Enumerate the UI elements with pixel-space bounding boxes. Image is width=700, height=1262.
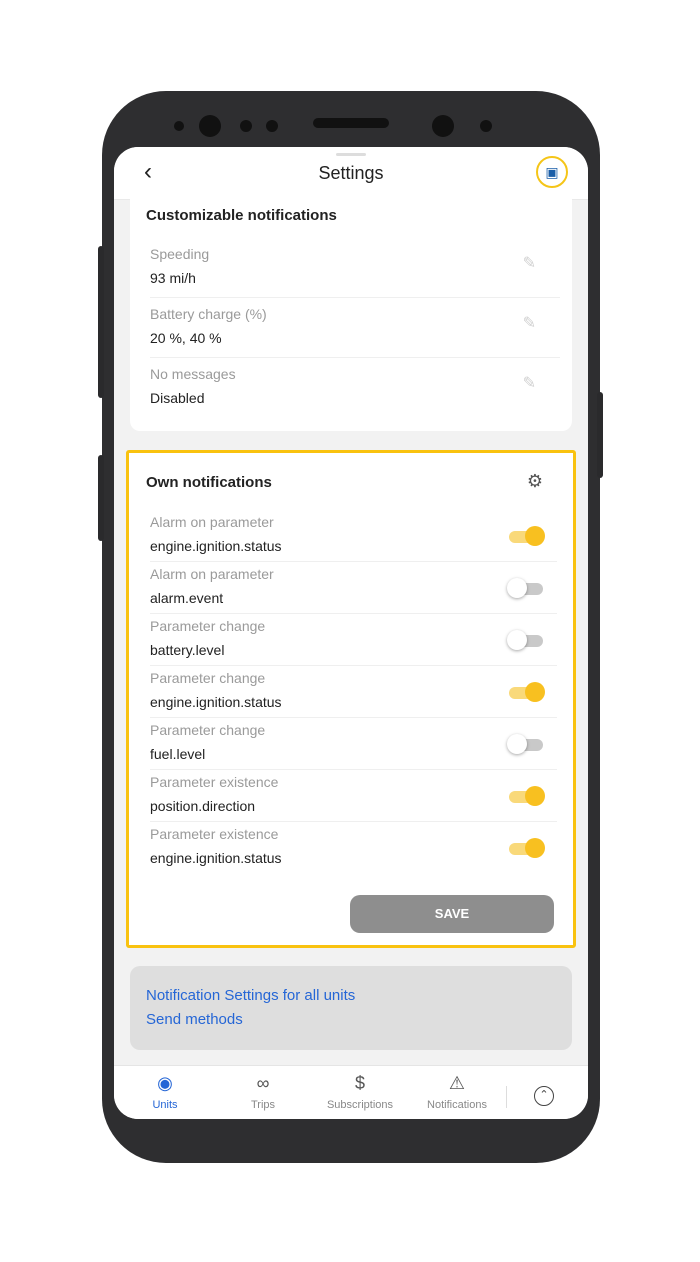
item-label: Alarm on parameter [150,514,274,530]
drag-handle[interactable] [336,153,366,156]
phone-camera [199,115,221,137]
send-methods-link[interactable]: Send methods [146,1011,243,1028]
notification-settings-all-units-link[interactable]: Notification Settings for all units [146,987,355,1004]
section-title: Customizable notifications [146,207,337,224]
notification-item: Parameter existence engine.ignition.stat… [150,823,557,873]
notification-toggle[interactable] [507,525,545,547]
tab-units[interactable]: ◉ Units [117,1066,213,1119]
gear-icon[interactable]: ⚙ [527,471,543,492]
location-pin-icon: ◉ [157,1073,173,1093]
notification-toggle[interactable] [507,785,545,807]
item-label: Parameter change [150,670,266,686]
list-item[interactable]: Speeding 93 mi/h ✎ [150,239,560,298]
item-value: Disabled [150,390,205,406]
car-icon[interactable]: ▣ [536,156,568,188]
pencil-icon[interactable]: ✎ [523,253,536,273]
item-value: fuel.level [150,746,206,762]
phone-speaker [313,118,389,128]
pencil-icon[interactable]: ✎ [523,313,536,333]
item-value: alarm.event [150,590,224,606]
item-value: position.direction [150,798,256,814]
own-notifications-card: Own notifications ⚙ Alarm on parameter e… [126,450,576,948]
tab-label: Units [152,1099,178,1111]
notification-toggle[interactable] [507,733,545,755]
notification-item: Parameter change fuel.level [150,719,557,770]
item-value: battery.level [150,642,225,658]
item-label: Parameter existence [150,774,279,790]
item-label: Parameter existence [150,826,279,842]
bottom-tab-bar: ◉ Units ∞ Trips $ Subscriptions ⚠ Notifi… [114,1065,588,1119]
phone-side-button [98,455,104,541]
item-label: Parameter change [150,618,266,634]
notification-toggle[interactable] [507,629,545,651]
page-title: Settings [318,163,384,183]
notification-item: Alarm on parameter alarm.event [150,563,557,614]
phone-side-button [98,246,104,398]
phone-camera [432,115,454,137]
chevron-up-icon[interactable]: ⌃ [534,1086,554,1106]
item-label: No messages [150,366,236,382]
save-button[interactable]: SAVE [350,895,554,933]
list-item[interactable]: Battery charge (%) 20 %, 40 % ✎ [150,299,560,358]
item-value: 20 %, 40 % [150,330,222,346]
phone-side-button [597,392,603,478]
notification-item: Parameter existence position.direction [150,771,557,822]
route-icon: ∞ [256,1073,270,1093]
item-value: engine.ignition.status [150,850,282,866]
item-value: engine.ignition.status [150,538,282,554]
notification-toggle[interactable] [507,681,545,703]
phone-sensor [240,120,252,132]
item-label: Alarm on parameter [150,566,274,582]
item-value: engine.ignition.status [150,694,282,710]
section-title: Own notifications [146,474,272,491]
tab-subscriptions[interactable]: $ Subscriptions [312,1066,408,1119]
bell-icon: ⚠ [448,1073,466,1093]
notification-item: Alarm on parameter engine.ignition.statu… [150,511,557,562]
links-card: Notification Settings for all units Send… [130,966,572,1050]
item-label: Battery charge (%) [150,306,267,322]
tab-notifications[interactable]: ⚠ Notifications [409,1066,505,1119]
notification-item: Parameter change engine.ignition.status [150,667,557,718]
notification-toggle[interactable] [507,577,545,599]
list-item[interactable]: No messages Disabled ✎ [150,359,560,417]
app-screen: ‹ Settings ▣ Customizable notifications … [114,147,588,1119]
phone-sensor [174,121,184,131]
tab-divider [506,1086,507,1108]
item-label: Parameter change [150,722,266,738]
pencil-icon[interactable]: ✎ [523,373,536,393]
phone-sensor [266,120,278,132]
item-value: 93 mi/h [150,270,196,286]
tab-trips[interactable]: ∞ Trips [215,1066,311,1119]
tab-label: Notifications [427,1099,487,1111]
phone-sensor [480,120,492,132]
app-header: ‹ Settings ▣ [114,147,588,200]
customizable-notifications-card: Customizable notifications Speeding 93 m… [130,199,572,431]
tab-label: Trips [250,1099,276,1111]
tab-label: Subscriptions [326,1099,394,1111]
notification-item: Parameter change battery.level [150,615,557,666]
notification-toggle[interactable] [507,837,545,859]
item-label: Speeding [150,246,210,262]
dollar-icon: $ [354,1073,365,1093]
